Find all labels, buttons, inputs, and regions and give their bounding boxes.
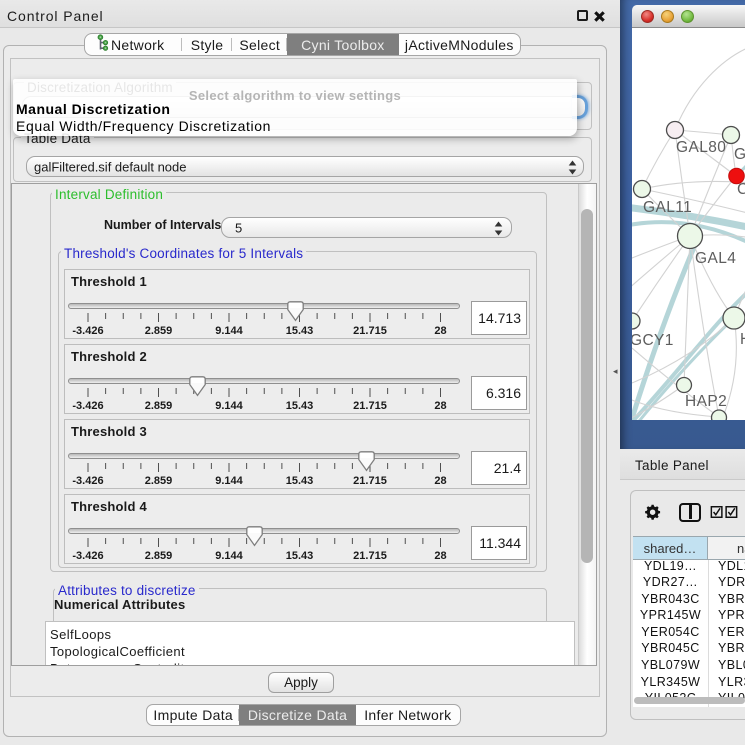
svg-text:HA: HA <box>740 331 745 348</box>
svg-text:GAL4: GAL4 <box>695 250 736 267</box>
svg-text:GCY1: GCY1 <box>632 332 674 349</box>
svg-text:HAP2: HAP2 <box>685 393 727 410</box>
svg-text:GAL80: GAL80 <box>676 139 726 156</box>
svg-text:GA: GA <box>734 146 745 163</box>
svg-text:GAL11: GAL11 <box>643 199 692 216</box>
svg-text:CY: CY <box>737 181 745 198</box>
